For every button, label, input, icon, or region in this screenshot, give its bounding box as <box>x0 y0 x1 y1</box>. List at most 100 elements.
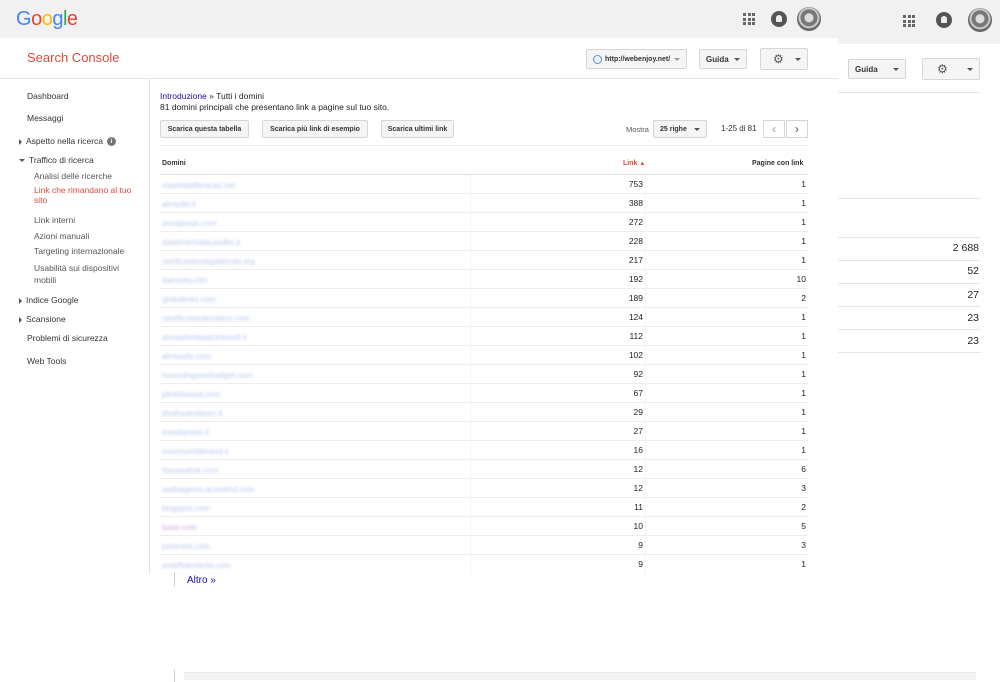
domain-link[interactable]: jdmfdsaasd.com <box>162 390 220 399</box>
domain-link[interactable]: asadfsamlenla.com <box>162 561 231 570</box>
domain-link[interactable]: mosmsmldenasd.it <box>162 447 229 456</box>
rows-per-page-select[interactable]: 25 righe <box>653 120 707 138</box>
domain-link[interactable]: sadsagenm.acasiimd.com <box>162 485 254 494</box>
table-row: dsufnsdmdasm.it 29 1 <box>160 403 808 422</box>
domain-link[interactable]: randficreasdonalers.com <box>162 314 250 323</box>
breadcrumb-link[interactable]: Introduzione <box>160 91 207 101</box>
sidebar-item-dashboard[interactable]: Dashboard <box>27 91 69 101</box>
sidebar-item-search-analytics[interactable]: Analisi delle ricerche <box>34 171 112 181</box>
domain-link[interactable]: madmitalfanscaz.net <box>162 181 235 190</box>
sidebar-item-label: mobili <box>34 275 57 285</box>
divider <box>160 145 808 146</box>
notifications-icon[interactable] <box>936 12 952 28</box>
apps-grid-icon[interactable] <box>903 15 915 27</box>
column-header-links[interactable]: Link ▲ <box>623 160 645 167</box>
table-row: wordpress.com 272 1 <box>160 213 808 232</box>
domain-link[interactable]: hasmdhgsemlnafgiet.com <box>162 371 253 380</box>
download-table-button[interactable]: Scarica questa tabella <box>160 120 249 138</box>
sidebar-item-links-to-site[interactable]: Link che rimandano al tuo sito <box>34 185 131 205</box>
product-title[interactable]: Search Console <box>27 50 120 65</box>
sidebar-item-google-index[interactable]: Indice Google <box>19 295 78 305</box>
table-row: ramficaalsnalgalshnas.org 217 1 <box>160 251 808 270</box>
domain-link[interactable]: globdlmes.com <box>162 295 216 304</box>
sidebar-item-web-tools[interactable]: Web Tools <box>27 356 66 366</box>
horizontal-scrollbar[interactable] <box>184 672 976 680</box>
domain-link[interactable]: alnsadsmlaedcinkasdt.it <box>162 333 247 342</box>
table-row: sadsagenm.acasiimd.com 12 3 <box>160 479 808 498</box>
ghost-value: 23 <box>967 312 979 324</box>
site-selector[interactable]: http://webenjoy.net/ <box>586 49 687 69</box>
domain-link[interactable]: dsufnsdmdasm.it <box>162 409 222 418</box>
chevron-left-icon: ‹ <box>772 122 776 136</box>
google-logo[interactable]: Google <box>16 8 78 31</box>
previous-page-button[interactable]: ‹ <box>763 120 785 138</box>
notifications-icon[interactable] <box>771 11 787 27</box>
logo-letter: g <box>52 8 63 30</box>
links-count: 11 <box>470 498 646 517</box>
more-link[interactable]: Altro » <box>187 575 216 586</box>
sidebar-item-search-appearance[interactable]: Aspetto nella ricerca i <box>19 136 117 147</box>
domain-link[interactable]: almssdts.com <box>162 352 211 361</box>
links-count: 217 <box>470 251 646 270</box>
ghost-help-button[interactable]: Guida <box>848 59 906 79</box>
sidebar-item-international-targeting[interactable]: Targeting internazionale <box>34 246 124 256</box>
ghost-value: 27 <box>967 289 979 301</box>
domain-link[interactable]: wordpress.com <box>162 219 216 228</box>
sidebar-item-internal-links[interactable]: Link interni <box>34 215 75 225</box>
sidebar-item-security-issues[interactable]: Problemi di sicurezza <box>27 333 108 343</box>
linked-pages-count: 3 <box>801 540 806 550</box>
expand-icon <box>19 138 22 145</box>
linked-pages-count: 1 <box>801 350 806 360</box>
domain-link[interactable]: blogspot.com <box>162 504 210 513</box>
table-row: almsdkt.it 388 1 <box>160 194 808 213</box>
links-count: 753 <box>470 175 646 194</box>
linked-pages-count: 1 <box>801 217 806 227</box>
ghost-value: 52 <box>967 265 979 277</box>
avatar[interactable] <box>797 7 821 31</box>
gear-icon: ⚙ <box>937 62 948 76</box>
column-header-domains[interactable]: Domini <box>162 160 186 167</box>
search-console-header: Search Console http://webenjoy.net/ Guid… <box>0 38 838 79</box>
domain-link[interactable]: fasuasdnal.com <box>162 466 218 475</box>
gear-icon: ⚙ <box>773 52 784 66</box>
sidebar-item-label: Traffico di ricerca <box>29 155 94 165</box>
ghost-settings-button[interactable]: ⚙ <box>922 58 980 80</box>
chevron-down-icon <box>967 67 973 71</box>
domain-link[interactable]: almsdkt.it <box>162 200 196 209</box>
linked-pages-count: 1 <box>801 312 806 322</box>
download-latest-links-button[interactable]: Scarica ultimi link <box>381 120 454 138</box>
sidebar-item-search-traffic[interactable]: Traffico di ricerca <box>19 155 94 165</box>
sidebar-item-crawl[interactable]: Scansione <box>19 314 66 324</box>
divider <box>838 237 981 238</box>
table-row: almssdts.com 102 1 <box>160 346 808 365</box>
links-count: 124 <box>470 308 646 327</box>
download-sample-links-button[interactable]: Scarica più link di esempio <box>262 120 368 138</box>
apps-grid-icon[interactable] <box>743 13 755 25</box>
expand-icon <box>19 316 22 323</box>
chevron-down-icon <box>893 67 899 71</box>
avatar[interactable] <box>968 8 992 32</box>
settings-button[interactable]: ⚙ <box>760 48 808 70</box>
table-row: globdlmes.com 189 2 <box>160 289 808 308</box>
domain-link[interactable]: pinterest.com <box>162 542 210 551</box>
domain-link[interactable]: dataknschalacasdks.it <box>162 238 240 247</box>
links-count: 112 <box>470 327 646 346</box>
domain-link[interactable]: mssdamelo.it <box>162 428 209 437</box>
ghost-value: 2 688 <box>952 242 979 254</box>
sidebar-item-manual-actions[interactable]: Azioni manuali <box>34 231 89 241</box>
sidebar-item-mobile-usability[interactable]: Usabilità sui dispositivi mobili <box>34 262 119 286</box>
links-count: 92 <box>470 365 646 384</box>
help-button[interactable]: Guida <box>699 49 747 69</box>
table-row: pinterest.com 9 3 <box>160 536 808 555</box>
column-header-linked-pages[interactable]: Pagine con link <box>752 160 803 167</box>
domain-link[interactable]: daksolvy.info <box>162 276 208 285</box>
domain-link[interactable]: ramficaalsnalgalshnas.org <box>162 257 255 266</box>
info-icon[interactable]: i <box>107 137 117 147</box>
links-count: 189 <box>470 289 646 308</box>
domain-link[interactable]: tusar.com <box>162 523 197 532</box>
sidebar-item-label: Aspetto nella ricerca <box>26 136 104 146</box>
sidebar-item-messages[interactable]: Messaggi <box>27 113 63 123</box>
chevron-down-icon <box>674 57 680 61</box>
next-page-button[interactable]: › <box>786 120 808 138</box>
column-header-label: Link <box>623 160 638 167</box>
